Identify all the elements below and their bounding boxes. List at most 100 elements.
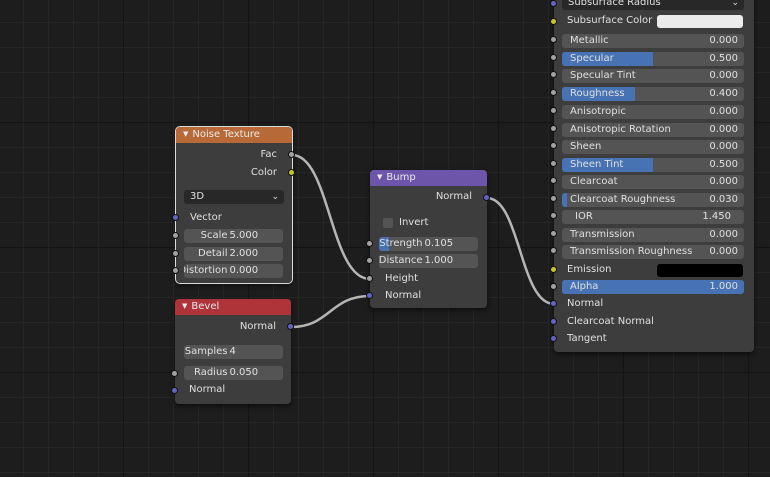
socket-bump-normal-input[interactable] <box>366 292 373 299</box>
scale-field[interactable]: Scale 5.000 <box>184 229 283 243</box>
socket-bsdf-transmission-roughness-input[interactable] <box>550 247 557 254</box>
socket-bsdf-clearcoat-input[interactable] <box>550 177 557 184</box>
transmission-roughness-field[interactable]: Transmission Roughness 0.000 <box>562 245 744 259</box>
socket-bsdf-clearcoat-roughness-input[interactable] <box>550 195 557 202</box>
principled-bsdf-node[interactable]: Subsurface Radius ⌄ Subsurface Color Meta… <box>554 0 754 352</box>
field-value: 2.000 <box>229 248 259 259</box>
socket-bsdf-emission-input[interactable] <box>550 266 557 273</box>
emission-color-swatch[interactable] <box>657 264 743 277</box>
socket-bevel-normal-input[interactable] <box>171 387 178 394</box>
socket-radius-input[interactable] <box>171 370 178 377</box>
field-value: 0.050 <box>229 367 259 378</box>
radius-field[interactable]: Radius 0.050 <box>184 366 283 380</box>
socket-color-output[interactable] <box>288 169 295 176</box>
bump-node[interactable]: ▼ Bump Normal Invert Strength 0.105 Distan… <box>370 170 487 308</box>
bevel-node[interactable]: ▼ Bevel Normal Samples 4 Radius 0.050 Norma… <box>175 299 291 404</box>
socket-bsdf-transmission-input[interactable] <box>550 230 557 237</box>
field-value: 0.000 <box>709 141 738 152</box>
ior-field[interactable]: IOR 1.450 <box>562 210 744 224</box>
field-value: 0.000 <box>709 124 738 135</box>
socket-bsdf-sheen-input[interactable] <box>550 142 557 149</box>
bevel-header[interactable]: ▼ Bevel <box>175 299 291 315</box>
socket-bsdf-anisotropic-input[interactable] <box>550 107 557 114</box>
field-label: Roughness <box>570 88 625 99</box>
noise-texture-node[interactable]: ▼ Noise Texture Fac Color 3D ⌄ Vector Scal… <box>175 126 293 284</box>
transmission-field[interactable]: Transmission 0.000 <box>562 228 744 242</box>
detail-field[interactable]: Detail 2.000 <box>184 247 283 261</box>
bsdf-slider-metallic[interactable]: Metallic 0.000 <box>562 34 744 48</box>
socket-bsdf-roughness-input[interactable] <box>550 89 557 96</box>
socket-vector-input[interactable] <box>172 214 179 221</box>
bsdf-slider-clearcoat[interactable]: Clearcoat 0.000 <box>562 175 744 189</box>
socket-strength-input[interactable] <box>366 240 373 247</box>
field-label: Anisotropic <box>570 106 626 117</box>
collapse-triangle-icon[interactable]: ▼ <box>182 302 187 310</box>
bsdf-slider-anisotropic[interactable]: Anisotropic 0.000 <box>562 105 744 119</box>
link-bevel-to-bump-normal <box>290 294 371 329</box>
node-title: Bevel <box>191 301 220 312</box>
bsdf-slider-roughness[interactable]: Roughness 0.400 <box>562 87 744 101</box>
bsdf-slider-sheen[interactable]: Sheen 0.000 <box>562 140 744 154</box>
socket-bsdf-clearcoat-normal-input[interactable] <box>550 318 557 325</box>
socket-scale-input[interactable] <box>172 232 179 239</box>
socket-detail-input[interactable] <box>172 250 179 257</box>
field-value: 0.000 <box>229 265 259 276</box>
invert-checkbox[interactable] <box>383 218 393 228</box>
socket-bsdf-subsurface-color-input[interactable] <box>550 18 557 25</box>
socket-bsdf-specular-input[interactable] <box>550 54 557 61</box>
collapse-triangle-icon[interactable]: ▼ <box>183 130 188 138</box>
socket-bsdf-alpha-input[interactable] <box>550 283 557 290</box>
socket-distortion-input[interactable] <box>172 267 179 274</box>
input-normal-label: Normal <box>385 290 422 301</box>
samples-field[interactable]: Samples 4 <box>184 345 283 359</box>
field-label: Scale <box>200 230 228 241</box>
socket-bsdf-normal-input[interactable] <box>550 300 557 307</box>
field-value: 5.000 <box>229 230 259 241</box>
field-label: Metallic <box>570 35 609 46</box>
node-title: Noise Texture <box>192 129 260 140</box>
output-normal-label: Normal <box>435 191 472 202</box>
strength-slider[interactable]: Strength 0.105 <box>379 237 478 251</box>
bump-header[interactable]: ▼ Bump <box>370 170 487 186</box>
socket-fac-output[interactable] <box>288 151 295 158</box>
field-value: 0.000 <box>709 176 738 187</box>
socket-bsdf-tangent-input[interactable] <box>550 335 557 342</box>
noise-texture-header[interactable]: ▼ Noise Texture <box>176 127 292 143</box>
subsurface-color-swatch[interactable] <box>657 15 743 28</box>
field-label: Clearcoat Roughness <box>570 194 676 205</box>
socket-bsdf-sheen-tint-input[interactable] <box>550 160 557 167</box>
socket-bsdf-ior-input[interactable] <box>550 212 557 219</box>
field-label: Specular Tint <box>570 70 636 81</box>
alpha-slider[interactable]: Alpha 1.000 <box>562 280 744 294</box>
distance-field[interactable]: Distance 1.000 <box>379 254 478 268</box>
bsdf-slider-specular-tint[interactable]: Specular Tint 0.000 <box>562 69 744 83</box>
socket-height-input[interactable] <box>366 275 373 282</box>
field-label: Sheen <box>570 141 602 152</box>
dimension-dropdown[interactable]: 3D ⌄ <box>184 190 284 204</box>
field-label: Distance <box>379 255 423 266</box>
chevron-down-icon: ⌄ <box>731 0 739 8</box>
field-value: 0.000 <box>709 229 738 240</box>
field-label: Transmission Roughness <box>570 246 693 257</box>
subsurface-method-dropdown[interactable]: Subsurface Radius ⌄ <box>562 0 744 10</box>
input-clearcoat-normal-label: Clearcoat Normal <box>567 316 654 327</box>
field-label: Specular <box>570 53 614 64</box>
socket-bsdf-specular-tint-input[interactable] <box>550 71 557 78</box>
field-value: 0.000 <box>709 246 738 257</box>
distortion-field[interactable]: Distortion0.000 <box>184 264 283 278</box>
field-value: 0.000 <box>709 35 738 46</box>
field-label: Transmission <box>570 229 635 240</box>
bsdf-slider-specular[interactable]: Specular 0.500 <box>562 52 744 66</box>
bsdf-slider-sheen-tint[interactable]: Sheen Tint 0.500 <box>562 158 744 172</box>
socket-bevel-normal-output[interactable] <box>287 323 294 330</box>
socket-bsdf-subsurface-radius-input[interactable] <box>550 0 557 7</box>
bsdf-slider-anisotropic-rotation[interactable]: Anisotropic Rotation 0.000 <box>562 123 744 137</box>
bsdf-slider-clearcoat-roughness[interactable]: Clearcoat Roughness 0.030 <box>562 193 744 207</box>
socket-distance-input[interactable] <box>366 257 373 264</box>
socket-bsdf-metallic-input[interactable] <box>550 36 557 43</box>
input-vector-label: Vector <box>190 212 222 223</box>
field-label: Clearcoat <box>570 176 618 187</box>
socket-bump-normal-output[interactable] <box>483 194 490 201</box>
socket-bsdf-anisotropic-rotation-input[interactable] <box>550 125 557 132</box>
collapse-triangle-icon[interactable]: ▼ <box>377 173 382 181</box>
